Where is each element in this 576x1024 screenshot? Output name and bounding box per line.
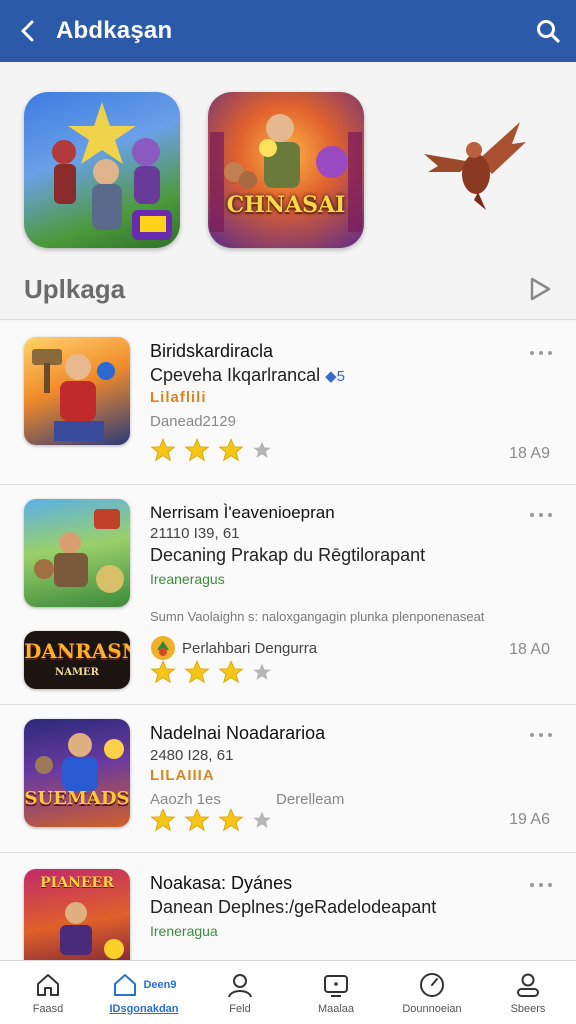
page-title: Abdkaşan [56, 17, 173, 44]
game-description: Sumn Vaolaighn s: naloxgangagin plunka p… [150, 609, 485, 624]
game-subtitle: Cpeveha Ikqarlrancal ◆5 [150, 365, 346, 385]
user-icon [228, 973, 252, 997]
publisher-meta: Derelleam [276, 791, 345, 808]
game-title: Noakasa: Dyánes [150, 873, 293, 893]
game-stats: 2480 I28, 61 [150, 747, 234, 764]
rating-value: 19 A6 [509, 811, 550, 828]
nav-item-feld[interactable]: Feld [192, 961, 288, 1024]
game-thumbnail-banner: DANRASN NAMER [24, 631, 130, 689]
game-thumbnail [24, 499, 130, 607]
star-filled-icon [218, 808, 244, 832]
thumbnail-title: SUEMADS [24, 788, 130, 809]
featured-game-tile-1[interactable] [24, 92, 180, 248]
featured-carousel: CHNASAI [0, 62, 576, 262]
game-thumbnail [24, 337, 130, 445]
top-app-bar: Abdkaşan [0, 0, 576, 62]
banner-title: DANRASN [24, 639, 130, 663]
dragon-mascot-image [424, 122, 526, 210]
game-art-chnasai [210, 114, 362, 232]
featured-game-tile-2[interactable]: CHNASAI [208, 92, 364, 248]
category-label: Ireaneragus [150, 571, 225, 587]
game-subtitle: Decaning Prakap du Rēgtilorapant [150, 545, 426, 565]
developer-meta: Danead2129 [150, 413, 236, 430]
game-thumbnail: SUEMADS [24, 719, 130, 827]
section-title: Uplkaga [24, 274, 126, 304]
home-outline-icon [114, 973, 137, 996]
more-options-icon[interactable] [530, 881, 552, 889]
nav-item-profile[interactable]: Sbeers [480, 961, 576, 1024]
list-item[interactable]: PIANEER Noakasa: Dyánes Danean Deplnes:/… [0, 853, 576, 977]
list-item[interactable]: Biridskardiracla Cpeveha Ikqarlrancal ◆5… [0, 321, 576, 485]
star-filled-icon [150, 808, 176, 832]
banner-subtitle: NAMER [55, 667, 99, 678]
star-filled-icon [218, 660, 244, 684]
star-filled-icon [184, 808, 210, 832]
back-button[interactable] [0, 0, 56, 62]
search-button[interactable] [520, 0, 576, 62]
category-label: Ireneragua [150, 923, 218, 939]
game-art-warriors [52, 102, 172, 240]
rating-value: 18 A0 [509, 641, 550, 658]
more-options-icon[interactable] [530, 731, 552, 739]
game-art-hero [32, 349, 115, 441]
rating-value: 18 A9 [509, 445, 550, 462]
nav-label: Maalaa [317, 1002, 355, 1015]
more-options-icon[interactable] [530, 511, 552, 519]
nav-label: Sbeers [510, 1002, 546, 1015]
star-filled-icon [150, 660, 176, 684]
developer-meta: Aaozh 1es [150, 791, 221, 808]
rating-label: LILAIIIA [150, 767, 215, 784]
list-item[interactable]: SUEMADS Nadelnai Noadararioa 2480 I28, 6… [0, 705, 576, 853]
nav-item-discover[interactable]: Dounnoeian [384, 961, 480, 1024]
more-options-icon[interactable] [530, 349, 552, 357]
star-filled-icon [218, 438, 244, 462]
star-empty-icon [253, 811, 271, 828]
star-rating [150, 807, 272, 833]
nav-badge: Deen9 [143, 978, 177, 991]
back-arrow-icon [21, 20, 34, 42]
section-header: Uplkaga [0, 262, 576, 320]
nav-item-home[interactable]: Faasd [0, 961, 96, 1024]
nav-label: Faasd [32, 1002, 64, 1015]
game-title: Biridskardiracla [150, 341, 274, 361]
megaphone-icon: ◆ [325, 368, 337, 385]
nav-item-games[interactable]: Deen9 IDsgonakdan [96, 961, 192, 1024]
nav-label: IDsgonakdan [109, 1002, 179, 1015]
game-art-soldiers [34, 509, 124, 593]
nav-label: Feld [229, 1002, 251, 1015]
star-filled-icon [184, 438, 210, 462]
star-filled-icon [150, 438, 176, 462]
star-rating [150, 659, 272, 685]
featured-tile-title: CHNASAI [226, 192, 346, 218]
badge-count: ◆5 [325, 368, 346, 385]
compass-icon [420, 972, 444, 997]
game-subtitle: Danean Deplnes:/geRadelodeapant [150, 897, 437, 917]
profile-icon [517, 973, 539, 997]
tv-icon [324, 974, 348, 997]
developer-row: Perlahbari Dengurra [150, 635, 317, 661]
nav-item-media[interactable]: Maalaa [288, 961, 384, 1024]
search-icon [537, 20, 560, 43]
play-icon[interactable] [528, 276, 552, 302]
home-icon [37, 973, 59, 996]
nav-icon-row: Deen9 [111, 971, 177, 999]
developer-logo-icon [151, 636, 175, 660]
nav-label: Dounnoeian [402, 1002, 462, 1015]
star-filled-icon [184, 660, 210, 684]
game-title: Nadelnai Noadararioa [150, 723, 326, 743]
developer-name: Perlahbari Dengurra [182, 639, 318, 657]
game-art-superhero [35, 733, 124, 791]
game-stats: 21110 I39, 61 [150, 525, 240, 542]
star-rating [150, 437, 272, 463]
thumbnail-title: PIANEER [40, 875, 114, 891]
star-empty-icon [253, 663, 271, 680]
rating-label: Lilaflili [150, 389, 207, 406]
bottom-navigation: Faasd Deen9 IDsgonakdan Feld Maalaa Doun… [0, 960, 576, 1024]
list-item[interactable]: DANRASN NAMER Nerrisam Ì'eavenioepran 21… [0, 485, 576, 705]
game-title: Nerrisam Ì'eavenioepran [150, 503, 335, 522]
star-empty-icon [253, 441, 271, 458]
